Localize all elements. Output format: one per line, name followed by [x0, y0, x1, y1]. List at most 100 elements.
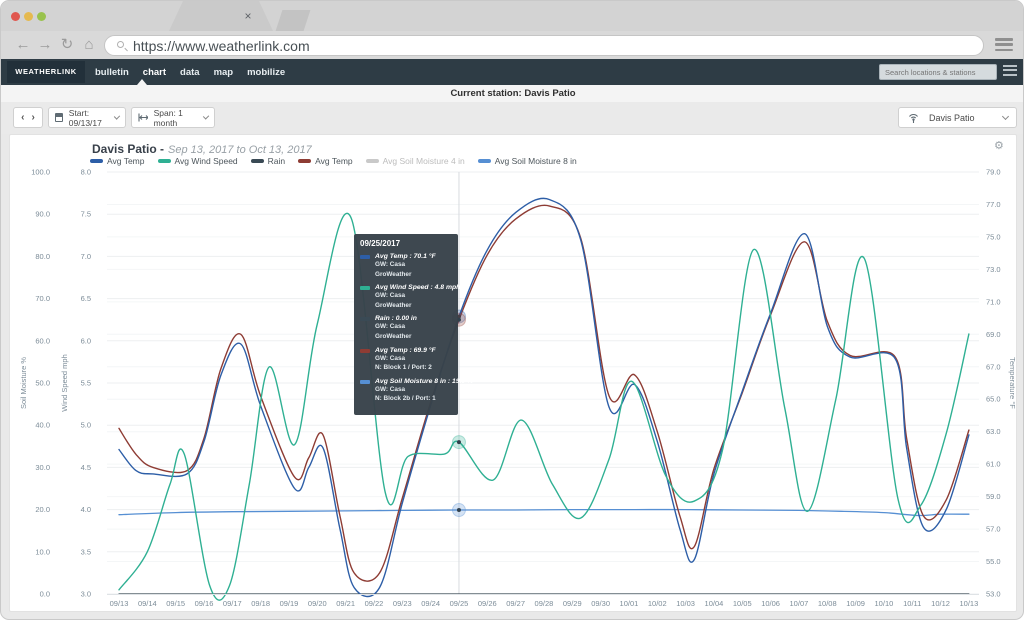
- tooltip-meta: GroWeather: [375, 332, 417, 342]
- axis-tick-temperature: 73.0: [986, 265, 1001, 274]
- x-axis-label: 10/07: [790, 599, 809, 608]
- axis-tick-soil_moisture: 60.0: [35, 336, 50, 345]
- x-axis-label: 09/26: [478, 599, 497, 608]
- current-station-bar: Current station: Davis Patio: [1, 85, 1024, 102]
- nav-item-mobilize[interactable]: mobilize: [247, 67, 285, 78]
- hover-marker-dot: [457, 440, 461, 444]
- hover-marker-dot: [457, 508, 461, 512]
- nav-item-data[interactable]: data: [180, 67, 200, 78]
- axis-tick-temperature: 63.0: [986, 427, 1001, 436]
- axis-tick-temperature: 59.0: [986, 492, 1001, 501]
- nav-item-map[interactable]: map: [214, 67, 234, 78]
- traffic-light-maximize[interactable]: [37, 12, 46, 21]
- tooltip-swatch-icon: [360, 380, 370, 384]
- brand-logo[interactable]: WEATHERLINK: [7, 61, 85, 83]
- x-axis-label: 09/14: [138, 599, 157, 608]
- browser-menu-icon[interactable]: [995, 38, 1013, 52]
- x-axis-label: 09/24: [421, 599, 440, 608]
- series-line-avg-soil-moisture-8-in: [119, 510, 969, 516]
- tooltip-value: Rain : 0.00 in: [375, 315, 417, 322]
- axis-tick-temperature: 57.0: [986, 525, 1001, 534]
- nav-items: bulletin chart data map mobilize: [95, 59, 285, 85]
- tooltip-meta: GW: Casa: [375, 385, 473, 395]
- span-label: Span: 1 month: [154, 108, 198, 128]
- x-axis-label: 10/11: [903, 599, 921, 608]
- prev-button[interactable]: ‹: [21, 112, 24, 123]
- series-line-avg-temp: [119, 198, 969, 596]
- axis-tick-soil_moisture: 30.0: [35, 463, 50, 472]
- x-axis-label: 09/27: [506, 599, 525, 608]
- back-button[interactable]: ←: [13, 34, 33, 56]
- axis-tick-soil_moisture: 100.0: [31, 168, 50, 177]
- chart-title-row: Davis Patio - Sep 13, 2017 to Oct 13, 201…: [92, 140, 312, 156]
- tooltip-date: 09/25/2017: [360, 239, 452, 248]
- span-picker[interactable]: Span: 1 month: [131, 107, 215, 128]
- home-button[interactable]: ⌂: [79, 34, 99, 56]
- chevron-down-icon: [203, 113, 210, 120]
- axis-tick-temperature: 75.0: [986, 232, 1001, 241]
- axis-tick-soil_moisture: 90.0: [35, 210, 50, 219]
- axis-tick-wind_speed: 6.5: [81, 294, 91, 303]
- station-search-input[interactable]: [879, 64, 997, 80]
- tooltip-value: Avg Soil Moisture 8 in : 19.9 %: [375, 378, 473, 385]
- axis-tick-soil_moisture: 40.0: [35, 421, 50, 430]
- station-name: Davis Patio: [929, 113, 975, 123]
- chart-title: Davis Patio -: [92, 142, 164, 156]
- x-axis-label: 09/21: [336, 599, 355, 608]
- tooltip-meta: GW: Casa: [375, 322, 417, 332]
- x-axis-label: 09/13: [110, 599, 129, 608]
- tooltip-row-3: Avg Temp : 69.9 °FGW: CasaN: Block 1 / P…: [360, 347, 452, 373]
- x-axis-label: 09/20: [308, 599, 327, 608]
- x-axis-label: 09/18: [251, 599, 270, 608]
- new-tab-button[interactable]: [276, 10, 311, 31]
- x-axis-label: 10/03: [676, 599, 695, 608]
- axis-tick-soil_moisture: 70.0: [35, 294, 50, 303]
- axis-tick-temperature: 55.0: [986, 557, 1001, 566]
- x-axis-label: 09/30: [591, 599, 610, 608]
- axis-tick-soil_moisture: 10.0: [35, 547, 50, 556]
- start-date-label: Start: 09/13/17: [69, 108, 109, 128]
- reload-button[interactable]: ↻: [57, 34, 77, 56]
- traffic-light-close[interactable]: [11, 12, 20, 21]
- axis-tick-wind_speed: 7.0: [81, 252, 91, 261]
- tab-close-icon[interactable]: ×: [241, 9, 255, 23]
- url-bar[interactable]: https://www.weatherlink.com: [104, 35, 984, 56]
- x-axis-label: 09/28: [535, 599, 554, 608]
- tooltip-row-1: Avg Wind Speed : 4.8 mphGW: CasaGroWeath…: [360, 284, 452, 310]
- start-date-picker[interactable]: Start: 09/13/17: [48, 107, 126, 128]
- axis-tick-temperature: 77.0: [986, 200, 1001, 209]
- chart-subtitle: Sep 13, 2017 to Oct 13, 2017: [168, 144, 312, 156]
- forward-button[interactable]: →: [35, 34, 55, 56]
- browser-tab[interactable]: [169, 1, 273, 31]
- url-text[interactable]: https://www.weatherlink.com: [133, 38, 310, 55]
- axis-tick-wind_speed: 3.0: [81, 590, 91, 599]
- tooltip-swatch-icon: [360, 286, 370, 290]
- chart-plot-area[interactable]: 100.090.080.070.060.050.040.030.020.010.…: [10, 163, 1018, 613]
- app-navbar: WEATHERLINK bulletin chart data map mobilize: [1, 59, 1024, 85]
- tooltip-meta: GW: Casa: [375, 354, 436, 364]
- nav-item-bulletin[interactable]: bulletin: [95, 67, 129, 78]
- axis-tick-wind_speed: 5.0: [81, 421, 91, 430]
- axis-tick-soil_moisture: 80.0: [35, 252, 50, 261]
- chart-card: Davis Patio - Sep 13, 2017 to Oct 13, 201…: [9, 134, 1017, 612]
- x-axis-label: 10/05: [733, 599, 752, 608]
- x-axis-label: 10/13: [960, 599, 979, 608]
- browser-window: × ← → ↻ ⌂ https://www.weatherlink.com WE…: [0, 0, 1024, 620]
- settings-gear-icon[interactable]: ⚙: [994, 139, 1004, 152]
- axis-tick-temperature: 69.0: [986, 330, 1001, 339]
- traffic-light-minimize[interactable]: [24, 12, 33, 21]
- station-selector[interactable]: Davis Patio: [898, 107, 1017, 128]
- hover-tooltip: 09/25/2017 Avg Temp : 70.1 °FGW: CasaGro…: [354, 234, 458, 415]
- span-icon: [138, 113, 148, 122]
- axis-title: Soil Moisture %: [19, 357, 28, 409]
- list-view-icon[interactable]: [1003, 65, 1017, 78]
- x-axis-label: 09/25: [450, 599, 469, 608]
- axis-tick-temperature: 61.0: [986, 460, 1001, 469]
- axis-tick-temperature: 79.0: [986, 168, 1001, 177]
- x-axis-label: 10/04: [705, 599, 724, 608]
- tooltip-meta: N: Block 2b / Port: 1: [375, 394, 473, 404]
- nav-item-chart[interactable]: chart: [143, 67, 166, 78]
- search-icon: [117, 41, 124, 48]
- x-axis-label: 09/19: [280, 599, 299, 608]
- next-button[interactable]: ›: [32, 112, 35, 123]
